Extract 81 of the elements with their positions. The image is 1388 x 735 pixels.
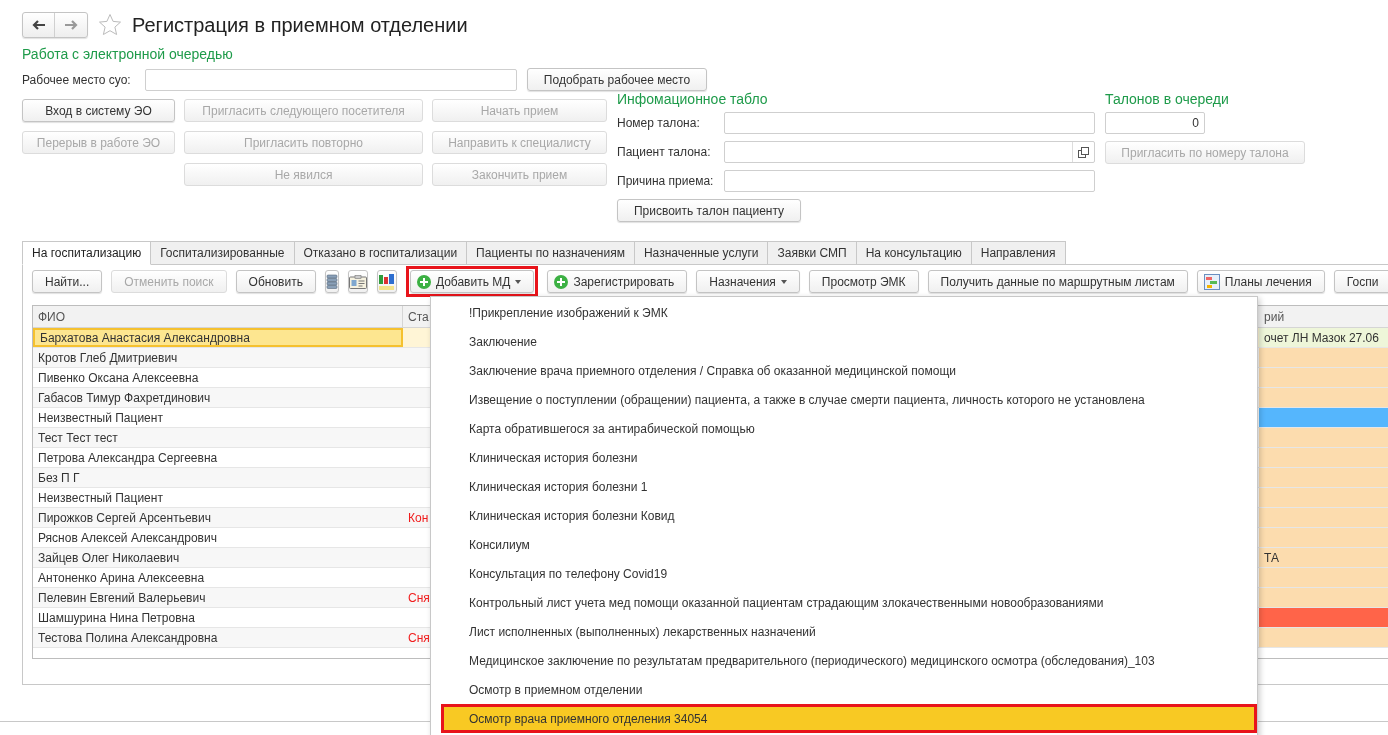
table-cell[interactable]: Неизвестный Пациент bbox=[33, 488, 403, 507]
table-cell[interactable]: Пивенко Оксана Алексеевна bbox=[33, 368, 403, 387]
toolbar-button[interactable]: Назначения bbox=[696, 270, 800, 293]
tab[interactable]: На госпитализацию bbox=[22, 241, 152, 265]
list-icon bbox=[325, 273, 338, 290]
field-label: Номер талона: bbox=[617, 115, 701, 132]
table-cell[interactable]: Антоненко Арина Алексеевна bbox=[33, 568, 403, 587]
workplace-field[interactable] bbox=[145, 68, 517, 91]
column-header: рий bbox=[1263, 308, 1286, 326]
menu-item[interactable]: Карта обратившегося за антирабической помощью bbox=[431, 414, 1257, 443]
toolbar-button[interactable]: Добавить МД bbox=[409, 270, 535, 293]
field-label: Причина приема: bbox=[617, 173, 715, 190]
chart-icon bbox=[1203, 273, 1220, 290]
table-cell[interactable]: Неизвестный Пациент bbox=[33, 408, 403, 427]
column-header: Ста bbox=[408, 308, 429, 326]
table-cell[interactable]: Тестова Полина Александровна bbox=[33, 628, 403, 647]
menu-item[interactable]: Извещение о поступлении (обращении) пациента, а также в случае смерти пациента, личность которого не установлена bbox=[431, 385, 1257, 414]
table-cell[interactable]: Зайцев Олег Николаевич bbox=[33, 548, 403, 567]
column-header: ФИО bbox=[33, 306, 403, 327]
table-cell[interactable]: Бархатова Анастасия Александровна bbox=[33, 328, 403, 347]
input-field[interactable] bbox=[723, 112, 1095, 134]
toolbar-button[interactable]: Зарегистрировать bbox=[547, 270, 688, 293]
plus-icon bbox=[416, 274, 431, 289]
toolbar-button[interactable]: Найти... bbox=[32, 270, 103, 293]
menu-item[interactable]: Клиническая история болезни Ковид bbox=[431, 501, 1257, 530]
window-title: Регистрация в приемном отделении bbox=[132, 12, 468, 38]
toolbar-button[interactable]: Получить данные по маршрутным листам bbox=[927, 270, 1188, 293]
back-arrow-icon bbox=[31, 19, 46, 30]
menu-item[interactable]: Заключение врача приемного отделения / Справка об оказанной медицинской помощи bbox=[431, 356, 1257, 385]
menu-item[interactable]: !Прикрепление изображений к ЭМК bbox=[431, 298, 1257, 327]
table-cell: ТА bbox=[1259, 548, 1388, 567]
tab[interactable]: Пациенты по назначениям bbox=[466, 241, 635, 265]
menu-item[interactable]: Лист исполненных (выполненных) лекарственных назначений bbox=[431, 617, 1257, 646]
toolbar-button[interactable]: Планы лечения bbox=[1196, 270, 1325, 293]
field-label: Рабочее место суо: bbox=[22, 71, 132, 89]
menu-item[interactable]: Клиническая история болезни bbox=[431, 443, 1257, 472]
menu-item[interactable]: Клиническая история болезни 1 bbox=[431, 472, 1257, 501]
table-cell[interactable]: Петрова Александра Сергеевна bbox=[33, 448, 403, 467]
status-text: Кон bbox=[408, 509, 429, 527]
menu-item[interactable]: Консультация по телефону Covid19 bbox=[431, 559, 1257, 588]
menu-item[interactable]: Контрольный лист учета мед помощи оказанной пациентам страдающим злокачественными новообразованиями bbox=[431, 588, 1257, 617]
tab[interactable]: Назначенные услуги bbox=[633, 241, 769, 265]
queue-count: 0 bbox=[1192, 115, 1199, 132]
tab[interactable]: Заявки СМП bbox=[767, 241, 857, 265]
tab[interactable]: Отказано в госпитализации bbox=[293, 241, 468, 265]
input-field[interactable] bbox=[723, 170, 1095, 192]
section-title: Талонов в очереди bbox=[1105, 90, 1230, 108]
status-text: Сня bbox=[408, 589, 430, 607]
section-title: Работа с электронной очередью bbox=[22, 45, 234, 63]
id-card-icon bbox=[348, 274, 367, 289]
favorite-star-icon[interactable] bbox=[98, 12, 122, 37]
forward-arrow-icon bbox=[64, 19, 78, 30]
table-cell[interactable]: Пирожков Сергей Арсентьевич bbox=[33, 508, 403, 527]
menu-item[interactable]: Осмотр в приемном отделении bbox=[431, 675, 1257, 704]
menu-item[interactable]: Осмотр врача приемного отделения 34054 bbox=[441, 704, 1257, 733]
menu-item[interactable]: Медицинское заключение по результатам предварительного (периодического) медицинского осмотра (обследования)_103 bbox=[431, 646, 1257, 675]
queue-button[interactable]: Вход в систему ЭО bbox=[22, 99, 175, 122]
toolbar-button[interactable]: Просмотр ЭМК bbox=[808, 270, 919, 293]
tab[interactable]: На консультацию bbox=[855, 241, 972, 265]
open-window-icon[interactable] bbox=[1078, 146, 1089, 158]
input-field[interactable] bbox=[723, 141, 1095, 163]
assign-ticket-button[interactable]: Присвоить талон пациенту bbox=[617, 199, 801, 222]
field-label: Пациент талона: bbox=[617, 144, 712, 161]
table-cell[interactable]: Ряснов Алексей Александрович bbox=[33, 528, 403, 547]
menu-item[interactable]: Заключение bbox=[431, 327, 1257, 356]
table-cell[interactable]: Шамшурина Нина Петровна bbox=[33, 608, 403, 627]
table-cell[interactable]: Габасов Тимур Фахретдинович bbox=[33, 388, 403, 407]
tab[interactable]: Направления bbox=[970, 241, 1066, 265]
tab[interactable]: Госпитализированные bbox=[150, 241, 295, 265]
menu-item[interactable]: Консилиум bbox=[431, 530, 1257, 559]
section-title: Инфомационное табло bbox=[617, 90, 769, 108]
toolbar-button[interactable]: Госпи bbox=[1333, 270, 1388, 293]
status-text: Сня bbox=[408, 629, 430, 647]
table-cell: очет ЛН Мазок 27.06 bbox=[1259, 328, 1388, 347]
plus-icon bbox=[554, 274, 569, 289]
queue-count-field[interactable]: 0 bbox=[1105, 112, 1205, 134]
toolbar-icon-button[interactable] bbox=[324, 270, 339, 293]
pick-workplace-button[interactable]: Подобрать рабочее место bbox=[527, 68, 707, 91]
toolbar-icon-button[interactable] bbox=[347, 270, 368, 293]
toolbar-button[interactable]: Обновить bbox=[235, 270, 316, 293]
table-cell[interactable]: Пелевин Евгений Валерьевич bbox=[33, 588, 403, 607]
